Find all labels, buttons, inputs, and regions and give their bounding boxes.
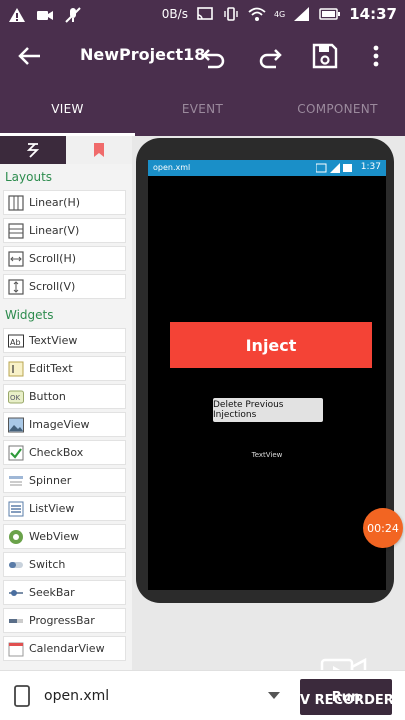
wifi-icon: [248, 7, 266, 21]
preview-time: 1:37: [360, 162, 381, 172]
palette-item-linear-h[interactable]: Linear(H): [3, 190, 126, 215]
bottom-bar: open.xml Run V RECORDER: [0, 670, 405, 720]
edittext-icon: [8, 361, 24, 376]
spinner-icon: [9, 475, 23, 485]
preview-status-bar: open.xml 1:37: [148, 160, 386, 176]
delete-injections-button[interactable]: Delete Previous Injections: [213, 398, 323, 422]
bookmark-icon: [94, 143, 104, 157]
palette-item-label: Scroll(V): [29, 280, 76, 293]
svg-text:OK: OK: [10, 394, 21, 402]
widget-palette: Layouts Linear(H) Linear(V) Scroll(H) Sc…: [0, 136, 132, 670]
palette-item-label: ProgressBar: [29, 614, 95, 627]
palette-item-label: WebView: [29, 530, 80, 543]
alert-icon: [9, 8, 25, 22]
palette-item-label: TextView: [29, 334, 78, 347]
palette-item-spinner[interactable]: Spinner: [3, 468, 126, 493]
scroll-h-icon: [8, 250, 24, 267]
phone-file-icon: [14, 685, 30, 707]
undo-icon[interactable]: [200, 42, 228, 70]
imageview-icon: [8, 417, 24, 432]
phone-screen[interactable]: open.xml 1:37 Inject Delete Previous Inj…: [148, 160, 386, 590]
app-toolbar: NewProject18: [0, 30, 405, 82]
palette-item-label: Linear(V): [29, 224, 80, 237]
palette-item-checkbox[interactable]: CheckBox: [3, 440, 126, 465]
preview-signal-icons: [316, 163, 352, 173]
listview-icon: [8, 501, 24, 516]
palette-item-progressbar[interactable]: ProgressBar: [3, 608, 126, 633]
palette-item-listview[interactable]: ListView: [3, 496, 126, 521]
palette-item-calendarview[interactable]: CalendarView: [3, 636, 126, 661]
current-file-name: open.xml: [44, 688, 110, 704]
palette-item-label: Spinner: [29, 474, 72, 487]
palette-item-edittext[interactable]: EditText: [3, 356, 126, 381]
button-icon: OK: [8, 390, 24, 403]
vibrate-icon: [224, 7, 238, 21]
progressbar-icon: [9, 618, 23, 623]
system-status-bar: 0B/s 4G 14:37: [0, 0, 405, 30]
network-speed: 0B/s: [161, 7, 188, 21]
palette-item-label: ListView: [29, 502, 75, 515]
layouts-section-title: Layouts: [5, 170, 53, 184]
linear-v-icon: [8, 222, 24, 239]
palette-item-label: Linear(H): [29, 196, 81, 209]
redo-icon[interactable]: [256, 42, 284, 70]
palette-item-label: Scroll(H): [29, 252, 77, 265]
switch-icon: [9, 561, 23, 568]
preview-filename: open.xml: [153, 163, 191, 172]
signal-icon: [294, 7, 310, 21]
editor-tabs: VIEW EVENT COMPONENT: [0, 82, 405, 136]
palette-item-label: ImageView: [29, 418, 90, 431]
design-canvas: open.xml 1:37 Inject Delete Previous Inj…: [132, 136, 405, 670]
palette-item-label: EditText: [29, 362, 73, 375]
palette-item-label: Button: [29, 390, 66, 403]
svg-text:Ab: Ab: [10, 338, 21, 347]
more-options-icon[interactable]: [364, 42, 388, 70]
widgets-tab-icon: [26, 143, 40, 158]
project-title: NewProject18: [80, 45, 206, 64]
palette-item-linear-v[interactable]: Linear(V): [3, 218, 126, 243]
tab-component[interactable]: COMPONENT: [270, 82, 405, 136]
palette-item-textview[interactable]: Ab TextView: [3, 328, 126, 353]
clock: 14:37: [349, 5, 397, 23]
preview-textview[interactable]: TextView: [148, 451, 386, 459]
palette-item-label: Switch: [29, 558, 66, 571]
palette-item-label: CalendarView: [29, 642, 105, 655]
linear-h-icon: [8, 194, 24, 211]
palette-tab-widgets[interactable]: [0, 136, 66, 164]
mic-off-icon: [65, 7, 81, 23]
recording-timer[interactable]: 00:24: [363, 508, 403, 548]
scroll-v-icon: [8, 278, 24, 295]
palette-item-seekbar[interactable]: SeekBar: [3, 580, 126, 605]
widgets-section-title: Widgets: [5, 308, 54, 322]
phone-frame: open.xml 1:37 Inject Delete Previous Inj…: [136, 138, 394, 603]
save-icon[interactable]: [311, 42, 339, 70]
battery-icon: [319, 8, 341, 20]
palette-item-switch[interactable]: Switch: [3, 552, 126, 577]
palette-item-label: CheckBox: [29, 446, 84, 459]
palette-tabs: [0, 136, 132, 164]
palette-item-imageview[interactable]: ImageView: [3, 412, 126, 437]
palette-item-scroll-h[interactable]: Scroll(H): [3, 246, 126, 271]
seekbar-icon: [9, 589, 23, 596]
cast-icon: [197, 7, 213, 20]
palette-item-label: SeekBar: [29, 586, 75, 599]
network-type: 4G: [273, 9, 286, 19]
palette-item-button[interactable]: OK Button: [3, 384, 126, 409]
back-arrow-icon[interactable]: [16, 42, 44, 70]
tab-event[interactable]: EVENT: [135, 82, 270, 136]
tab-view[interactable]: VIEW: [0, 82, 135, 136]
palette-item-webview[interactable]: WebView: [3, 524, 126, 549]
inject-button[interactable]: Inject: [170, 322, 372, 368]
checkbox-icon: [8, 445, 24, 460]
palette-tab-bookmarks[interactable]: [66, 136, 132, 164]
file-dropdown-icon[interactable]: [268, 692, 280, 699]
recorder-watermark: V RECORDER: [300, 693, 394, 708]
textview-icon: Ab: [8, 334, 24, 347]
webview-icon: [9, 529, 23, 544]
palette-item-scroll-v[interactable]: Scroll(V): [3, 274, 126, 299]
calendarview-icon: [8, 642, 24, 656]
video-camera-icon: [37, 11, 53, 20]
